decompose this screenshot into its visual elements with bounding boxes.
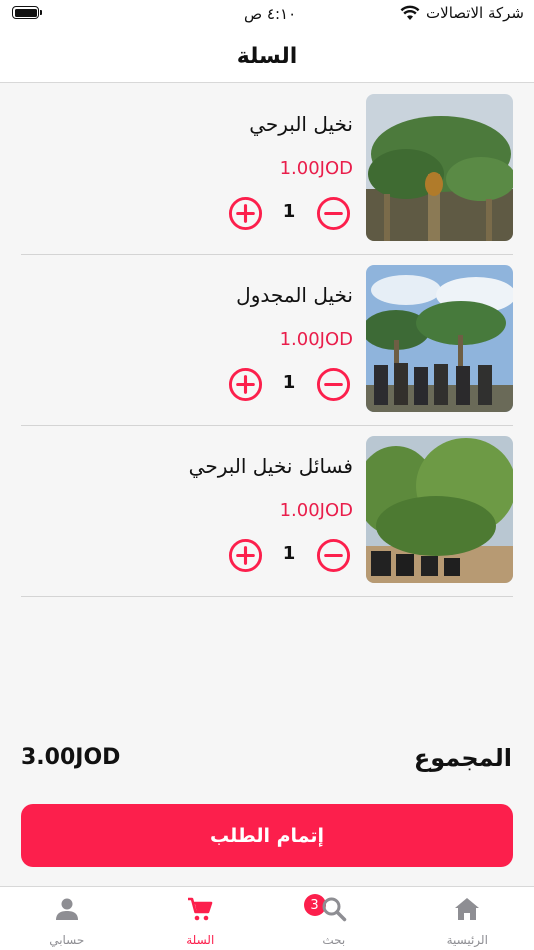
increase-quantity-button[interactable] <box>228 367 263 402</box>
wifi-icon <box>400 5 420 20</box>
status-time: ٤:١٠ ص <box>244 5 297 23</box>
decrease-quantity-button[interactable] <box>316 367 351 402</box>
home-icon <box>455 898 480 920</box>
tab-cart[interactable]: 3 السلة <box>134 887 326 950</box>
checkout-button[interactable]: إتمام الطلب <box>21 804 513 867</box>
search-icon <box>322 897 346 922</box>
product-image <box>366 94 513 241</box>
carrier-name: شركة الاتصالات <box>426 4 524 22</box>
total-value: 3.00JOD <box>21 745 121 770</box>
decrease-quantity-button[interactable] <box>316 538 351 573</box>
tab-label: بحث <box>322 933 346 947</box>
person-icon <box>55 898 78 920</box>
tab-label: حسابي <box>49 933 85 947</box>
product-name: نخيل المجدول <box>236 283 353 307</box>
cart-item: نخيل البرحي 1.00JOD 1 <box>21 84 513 255</box>
battery-icon <box>12 6 42 19</box>
product-name: فسائل نخيل البرحي <box>188 454 353 478</box>
tab-label: السلة <box>186 933 215 947</box>
product-price: 1.00JOD <box>279 158 353 179</box>
decrease-quantity-button[interactable] <box>316 196 351 231</box>
navigation-bar: السلة <box>0 30 534 83</box>
tab-label: الرئيسية <box>446 933 488 947</box>
quantity-value: 1 <box>282 201 296 222</box>
quantity-value: 1 <box>282 543 296 564</box>
tab-bar: حسابي 3 السلة بحث الرئيسية <box>0 886 534 950</box>
increase-quantity-button[interactable] <box>228 196 263 231</box>
status-bar: ٤:١٠ ص شركة الاتصالات <box>0 0 534 30</box>
tab-home[interactable]: الرئيسية <box>401 887 534 950</box>
increase-quantity-button[interactable] <box>228 538 263 573</box>
product-price: 1.00JOD <box>279 500 353 521</box>
cart-list: نخيل البرحي 1.00JOD 1 نخيل المجدول 1.00J… <box>21 84 513 597</box>
product-image <box>366 265 513 412</box>
product-name: نخيل البرحي <box>249 112 353 136</box>
cart-item: نخيل المجدول 1.00JOD 1 <box>21 255 513 426</box>
cart-icon <box>188 897 213 921</box>
cart-item: فسائل نخيل البرحي 1.00JOD 1 <box>21 426 513 597</box>
tab-account[interactable]: حسابي <box>0 887 134 950</box>
product-price: 1.00JOD <box>279 329 353 350</box>
total-label: المجموع <box>413 744 512 772</box>
status-right: شركة الاتصالات <box>400 4 524 22</box>
quantity-value: 1 <box>282 372 296 393</box>
tab-search[interactable]: بحث <box>267 887 401 950</box>
page-title: السلة <box>236 43 298 69</box>
product-image <box>366 436 513 583</box>
